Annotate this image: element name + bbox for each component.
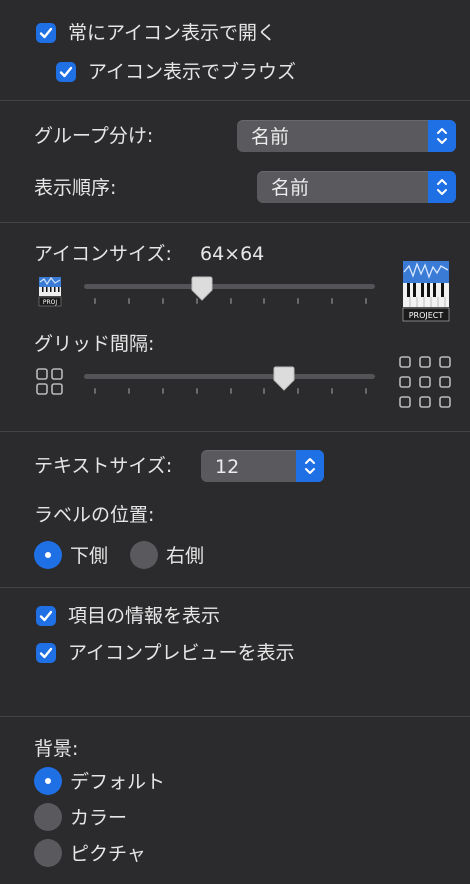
chevron-updown-icon xyxy=(428,171,456,203)
slider-tick xyxy=(161,388,164,394)
background-default-label: デフォルト xyxy=(70,771,166,793)
chevron-updown-icon xyxy=(428,120,456,152)
wide-grid-icon xyxy=(399,356,453,410)
show-item-info-label: 項目の情報を表示 xyxy=(68,605,221,627)
text-size-value: 12 xyxy=(215,456,240,478)
slider-tick xyxy=(195,388,198,394)
always-icon-view-checkbox[interactable] xyxy=(36,23,56,43)
show-item-info-checkbox[interactable] xyxy=(36,606,56,626)
icon-size-label: アイコンサイズ: xyxy=(34,243,172,265)
slider-tick xyxy=(331,298,334,304)
dense-grid-icon xyxy=(36,368,64,396)
background-default-radio[interactable] xyxy=(34,767,62,795)
group-by-label: グループ分け: xyxy=(34,125,154,147)
background-color-radio[interactable] xyxy=(34,803,62,831)
slider-tick xyxy=(263,388,266,394)
icon-size-track xyxy=(84,284,375,289)
slider-tick xyxy=(94,298,96,304)
sort-by-value: 名前 xyxy=(271,177,310,199)
slider-tick xyxy=(127,388,130,394)
slider-tick xyxy=(127,298,130,304)
background-picture-radio[interactable] xyxy=(34,839,62,867)
label-position-right-radio[interactable] xyxy=(130,541,158,569)
divider xyxy=(0,587,470,588)
browse-icon-view-checkbox[interactable] xyxy=(56,62,76,82)
group-by-value: 名前 xyxy=(251,126,290,148)
text-size-popup[interactable]: 12 xyxy=(201,450,324,482)
slider-tick xyxy=(229,298,232,304)
divider xyxy=(0,716,470,717)
divider xyxy=(0,222,470,223)
checkmark-icon xyxy=(59,66,73,78)
divider xyxy=(0,431,470,432)
show-icon-preview-checkbox[interactable] xyxy=(36,643,56,663)
label-position-bottom-radio[interactable] xyxy=(34,541,62,569)
slider-tick xyxy=(297,298,300,304)
small-project-icon: PROJ xyxy=(37,276,63,308)
always-icon-view-label: 常にアイコン表示で開く xyxy=(68,22,277,44)
checkmark-icon xyxy=(39,647,53,659)
browse-icon-view-label: アイコン表示でブラウズ xyxy=(88,61,297,83)
slider-tick xyxy=(331,388,334,394)
icon-size-value: 64×64 xyxy=(200,243,265,265)
slider-tick xyxy=(229,388,232,394)
background-picture-label: ピクチャ xyxy=(70,843,146,865)
slider-tick xyxy=(94,388,96,394)
svg-text:PROJECT: PROJECT xyxy=(409,311,444,320)
sort-by-label: 表示順序: xyxy=(34,177,117,199)
group-by-popup[interactable]: 名前 xyxy=(237,120,456,152)
slider-tick xyxy=(263,298,266,304)
background-label: 背景: xyxy=(34,738,79,760)
large-project-icon: PROJECT xyxy=(401,260,451,322)
slider-tick xyxy=(297,388,300,394)
label-position-bottom-label: 下側 xyxy=(70,545,109,567)
slider-tick xyxy=(161,298,164,304)
grid-spacing-slider-knob[interactable] xyxy=(272,366,296,392)
grid-spacing-track xyxy=(84,374,375,379)
label-position-label: ラベルの位置: xyxy=(34,504,155,526)
checkmark-icon xyxy=(39,610,53,622)
text-size-label: テキストサイズ: xyxy=(34,455,173,477)
background-color-label: カラー xyxy=(70,807,128,829)
show-icon-preview-label: アイコンプレビューを表示 xyxy=(68,642,295,664)
chevron-updown-icon xyxy=(296,450,324,482)
slider-tick xyxy=(365,298,367,304)
checkmark-icon xyxy=(39,27,53,39)
icon-size-slider-knob[interactable] xyxy=(190,276,214,302)
svg-text:PROJ: PROJ xyxy=(43,299,58,306)
divider xyxy=(0,100,470,101)
slider-tick xyxy=(365,388,367,394)
sort-by-popup[interactable]: 名前 xyxy=(257,171,456,203)
grid-spacing-label: グリッド間隔: xyxy=(34,333,155,355)
label-position-right-label: 右側 xyxy=(166,545,205,567)
